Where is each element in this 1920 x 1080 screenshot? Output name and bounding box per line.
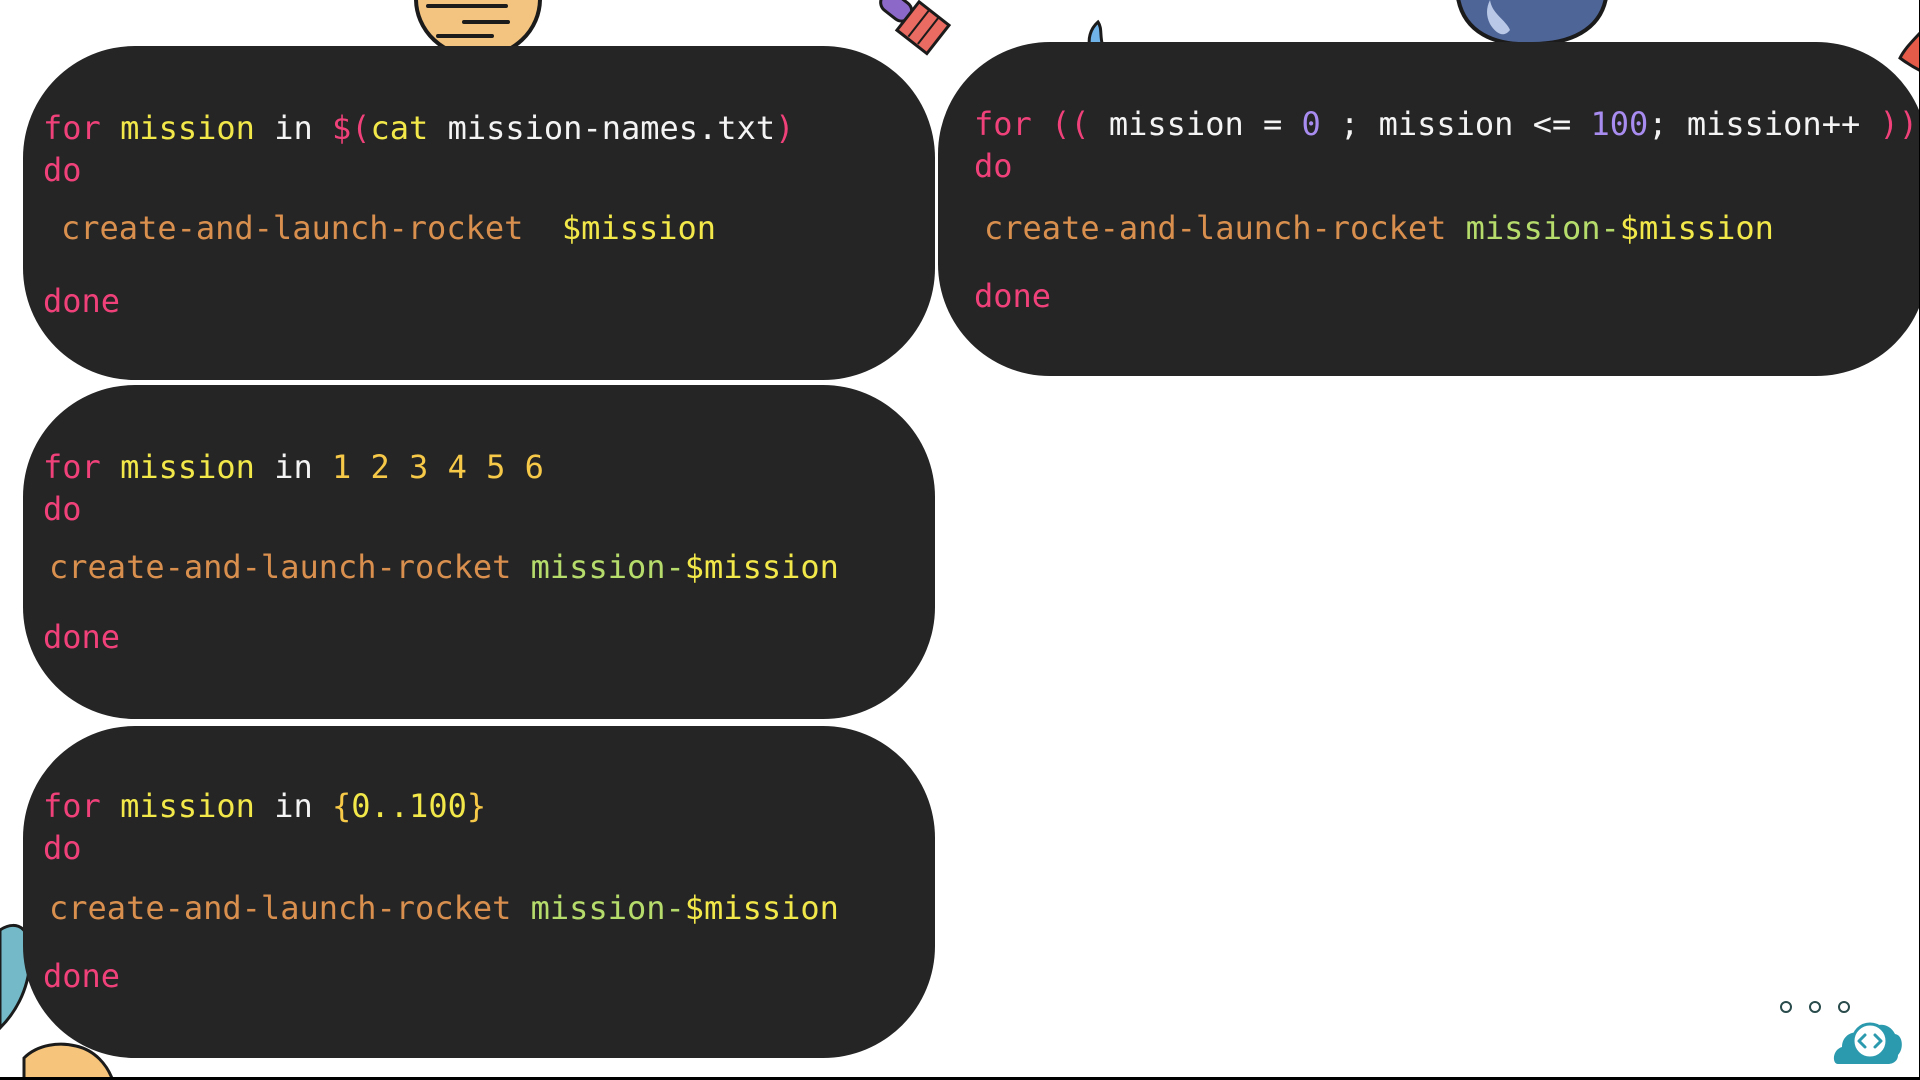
code-line-for: for mission in 1 2 3 4 5 6: [43, 447, 544, 489]
code-token-keyword: )): [1879, 105, 1919, 143]
code-token-variable: $mission: [684, 889, 839, 927]
more-options-button[interactable]: [1780, 998, 1850, 1016]
code-block-brace-range: for mission in {0..100} do create-and-la…: [23, 726, 935, 1058]
code-token-builtin: mission =: [1108, 105, 1302, 143]
code-token-variable: mission: [120, 787, 255, 825]
code-token-number: }: [466, 787, 487, 825]
code-token-command: create-and-launch-rocket: [61, 209, 524, 247]
code-line-body: create-and-launch-rocket $mission: [61, 208, 716, 250]
code-token-variable: cat: [370, 109, 429, 147]
code-token-variable: mission: [120, 448, 255, 486]
code-line-body: create-and-launch-rocket mission-$missio…: [49, 888, 839, 930]
code-line-done: done: [974, 276, 1051, 318]
code-token-builtin: in: [274, 787, 313, 825]
code-token-builtin: in: [274, 448, 313, 486]
code-line-body: create-and-launch-rocket mission-$missio…: [984, 208, 1774, 250]
code-token-variable: $mission: [1619, 209, 1774, 247]
more-horizontal-icon: [1780, 1001, 1792, 1013]
code-token-argument: mission-: [530, 889, 685, 927]
code-token-keyword: for: [43, 787, 101, 825]
code-line-done: done: [43, 956, 120, 998]
code-token-argument: mission-: [530, 548, 685, 586]
video-frame: for mission in $(cat mission-names.txt) …: [0, 0, 1920, 1080]
code-token-keyword: do: [43, 829, 82, 867]
more-horizontal-icon: [1809, 1001, 1821, 1013]
code-token-keyword: for: [974, 105, 1032, 143]
code-token-numeric: 0: [1301, 105, 1321, 143]
code-token-keyword: do: [43, 151, 82, 189]
code-token-command: create-and-launch-rocket: [49, 889, 512, 927]
code-token-variable: $mission: [684, 548, 839, 586]
code-line-done: done: [43, 617, 120, 659]
code-line-done: done: [43, 281, 120, 323]
code-token-keyword: do: [43, 490, 82, 528]
code-line-do: do: [974, 146, 1013, 188]
code-token-builtin: ; mission++: [1648, 105, 1880, 143]
code-token-numeric: 100: [1590, 105, 1649, 143]
telescope-icon: [879, 0, 952, 56]
code-block-c-style: for (( mission = 0 ; mission <= 100; mis…: [938, 42, 1919, 376]
code-token-keyword: done: [43, 957, 121, 995]
code-token-number: 1 2 3 4 5 6: [331, 448, 544, 486]
code-token-command: create-and-launch-rocket: [984, 209, 1447, 247]
slide-canvas: for mission in $(cat mission-names.txt) …: [0, 0, 1919, 1077]
code-token-number: {: [331, 787, 352, 825]
code-line-do: do: [43, 489, 82, 531]
code-token-builtin: ; mission <=: [1320, 105, 1591, 143]
code-line-do: do: [43, 150, 82, 192]
code-token-argument: mission-: [1465, 209, 1620, 247]
code-cloud-logo-icon: [1833, 1022, 1902, 1064]
code-token-variable: mission: [120, 109, 255, 147]
code-token-variable: $mission: [561, 209, 717, 247]
code-token-keyword: for: [43, 109, 101, 147]
code-token-keyword: done: [43, 618, 121, 656]
code-token-keyword: do: [974, 147, 1013, 185]
code-line-for: for mission in {0..100}: [43, 786, 486, 828]
code-block-number-list: for mission in 1 2 3 4 5 6 do create-and…: [23, 385, 935, 719]
code-token-keyword: done: [43, 282, 121, 320]
code-token-builtin: in: [274, 109, 313, 147]
code-token-keyword: ): [775, 109, 795, 147]
code-token-builtin: mission-names.txt: [447, 109, 776, 147]
code-line-for: for mission in $(cat mission-names.txt): [43, 108, 794, 150]
code-token-keyword: done: [974, 277, 1052, 315]
code-line-do: do: [43, 828, 82, 870]
code-token-keyword: ((: [1051, 105, 1090, 143]
code-token-variable: 0..100: [351, 787, 467, 825]
code-token-keyword: for: [43, 448, 101, 486]
code-line-for: for (( mission = 0 ; mission <= 100; mis…: [974, 104, 1918, 146]
code-block-cat-file: for mission in $(cat mission-names.txt) …: [23, 46, 935, 380]
code-token-command: create-and-launch-rocket: [49, 548, 512, 586]
code-token-keyword: $(: [331, 109, 371, 147]
more-horizontal-icon: [1838, 1001, 1850, 1013]
code-line-body: create-and-launch-rocket mission-$missio…: [49, 547, 839, 589]
planet-icon: [1456, 0, 1608, 46]
